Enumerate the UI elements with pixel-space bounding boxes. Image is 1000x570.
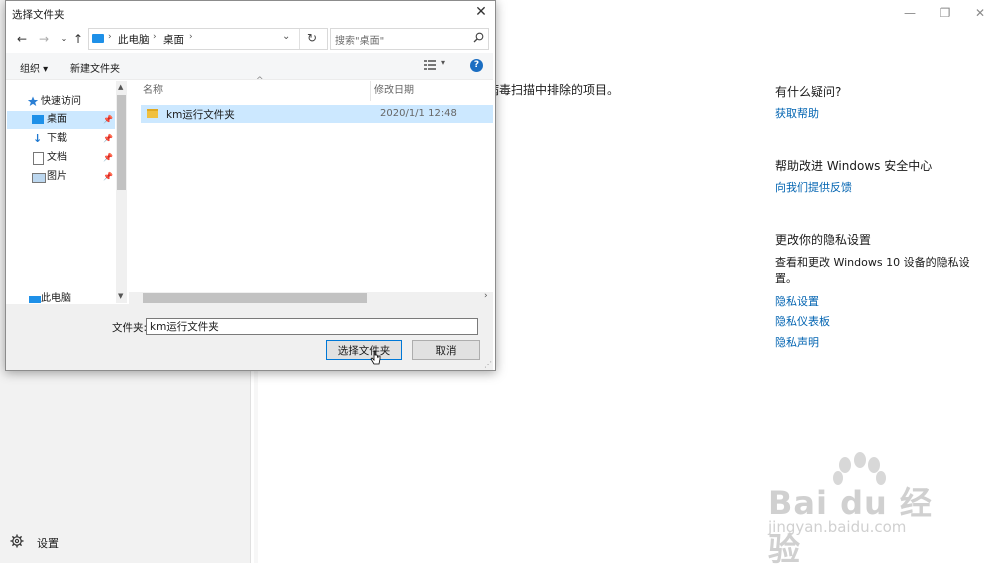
restore-button[interactable]: ❐ [930,4,960,22]
help-icon[interactable]: ? [470,59,483,72]
address-divider [299,29,300,49]
chevron-right-icon[interactable]: › [189,32,193,42]
pc-icon [92,34,104,43]
column-header-modified[interactable]: 修改日期 [374,83,414,99]
table-row[interactable]: km运行文件夹 2020/1/1 12:48 [141,105,493,123]
nav-item-label: 图片 [47,171,67,182]
organize-button[interactable]: 组织 ▾ [20,60,48,75]
navigation-pane: 快速访问 桌面 📌 ↓ 下载 📌 文档 📌 图片 📌 此电脑 [7,81,127,303]
file-list-hscrollbar[interactable]: › [129,291,493,304]
scrollbar-thumb[interactable] [117,95,126,190]
folder-field-label: 文件夹: [112,322,148,334]
get-help-link[interactable]: 获取帮助 [775,105,819,121]
folder-name-input[interactable]: km运行文件夹 [146,318,478,335]
help-heading: 有什么疑问? [775,85,842,99]
new-folder-button[interactable]: 新建文件夹 [70,60,120,75]
feedback-link[interactable]: 向我们提供反馈 [775,179,852,195]
view-options-icon[interactable] [424,59,436,70]
privacy-dashboard-link[interactable]: 隐私仪表板 [775,313,830,329]
privacy-text: 查看和更改 Windows 10 设备的隐私设置。 [775,256,970,285]
address-segment-pc[interactable]: 此电脑 [118,32,150,47]
download-arrow-icon: ↓ [33,132,43,145]
scroll-up-arrow-icon[interactable]: ▲ [118,83,123,91]
mouse-cursor-icon [370,350,382,366]
nav-item-quick-access[interactable]: 快速访问 [7,93,115,111]
star-icon [27,96,39,106]
forward-arrow-icon[interactable]: → [36,31,52,47]
improve-heading: 帮助改进 Windows 安全中心 [775,159,933,173]
back-arrow-icon[interactable]: ← [14,31,30,47]
pin-icon: 📌 [103,134,113,143]
nav-item-pictures[interactable]: 图片 📌 [7,168,115,186]
pin-icon: 📌 [103,153,113,162]
scroll-right-arrow-icon[interactable]: › [484,291,488,301]
nav-item-label: 快速访问 [41,96,81,107]
gear-icon[interactable] [10,534,26,550]
up-arrow-icon[interactable]: ↑ [70,31,86,47]
chevron-right-icon: › [153,32,157,42]
row-modified: 2020/1/1 12:48 [380,108,457,119]
minimize-button[interactable]: — [895,4,925,22]
nav-scrollbar[interactable]: ▲ ▼ [116,81,127,303]
chevron-right-icon: › [108,32,112,42]
watermark-url: jingyan.baidu.com [768,518,907,536]
main-text-fragment: 病毒扫描中排除的项目。 [487,83,620,97]
refresh-icon[interactable]: ↻ [307,31,317,45]
column-header-name[interactable]: 名称 [143,83,163,99]
search-icon[interactable] [473,32,484,46]
nav-item-desktop[interactable]: 桌面 📌 [7,111,115,129]
close-icon[interactable]: ✕ [473,4,489,20]
scrollbar-thumb[interactable] [143,293,367,303]
select-folder-button[interactable]: 选择文件夹 [326,340,402,360]
row-name: km运行文件夹 [166,109,235,121]
nav-item-label: 桌面 [47,114,67,125]
search-box[interactable]: 搜索"桌面" [330,28,489,50]
resize-grip-icon[interactable]: ⋰ [484,360,492,369]
file-list: ^ 名称 修改日期 km运行文件夹 2020/1/1 12:48 [129,76,493,292]
pc-icon [29,296,41,303]
nav-item-label: 下载 [47,133,67,144]
privacy-heading: 更改你的隐私设置 [775,233,872,247]
pin-icon: 📌 [103,115,113,124]
close-window-button[interactable]: ✕ [965,4,995,22]
desktop-icon [32,115,44,124]
nav-item-this-pc[interactable]: 此电脑 [7,292,115,303]
baidu-watermark: Bai du 经验 jingyan.baidu.com [760,450,960,568]
cancel-button[interactable]: 取消 [412,340,480,360]
scroll-down-arrow-icon[interactable]: ▼ [118,292,123,300]
privacy-statement-link[interactable]: 隐私声明 [775,334,819,350]
privacy-settings-link[interactable]: 隐私设置 [775,293,819,309]
dialog-footer: 文件夹: km运行文件夹 选择文件夹 取消 ⋰ [6,304,493,370]
select-folder-dialog: 选择文件夹 ✕ ← → ⌄ ↑ › 此电脑 › 桌面 › ⌄ ↻ 搜索"桌面" … [5,0,496,371]
dialog-title: 选择文件夹 [12,9,65,21]
search-input[interactable]: 搜索"桌面" [335,32,384,47]
picture-icon [32,173,46,183]
settings-label[interactable]: 设置 [37,535,59,551]
nav-item-downloads[interactable]: ↓ 下载 📌 [7,130,115,148]
document-icon [33,152,44,165]
address-segment-desktop[interactable]: 桌面 [163,32,184,47]
column-divider[interactable] [370,81,371,101]
folder-icon [147,109,158,118]
nav-item-label: 文档 [47,152,67,163]
chevron-down-icon[interactable]: ⌄ [282,31,290,42]
address-bar[interactable]: › 此电脑 › 桌面 › ⌄ ↻ [88,28,328,50]
dialog-toolbar: 组织 ▾ 新建文件夹 ▾ ? [6,53,493,80]
nav-item-label: 此电脑 [41,293,71,303]
sort-indicator-icon: ^ [256,76,264,86]
view-dropdown-icon[interactable]: ▾ [441,58,445,67]
nav-item-documents[interactable]: 文档 📌 [7,149,115,167]
pin-icon: 📌 [103,172,113,181]
